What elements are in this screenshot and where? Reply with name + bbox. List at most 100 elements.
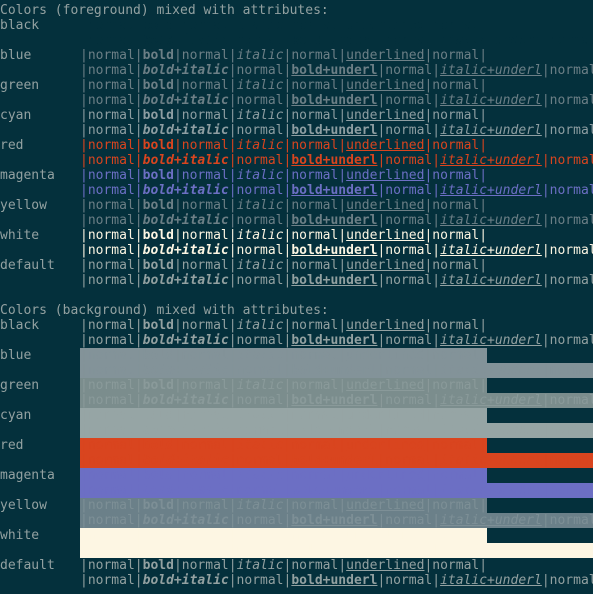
attr-segment: normal — [236, 243, 284, 258]
attr-segment: | — [432, 33, 441, 48]
attr-segment: bold+underl — [291, 183, 378, 198]
attr-segment: normal — [549, 363, 593, 378]
attr-segment: underlined — [346, 138, 425, 153]
attr-segment: bold — [142, 408, 174, 423]
attr-segment: normal — [87, 408, 135, 423]
attr-segment: | — [134, 438, 143, 453]
attr-segment: | — [134, 273, 143, 288]
attr-segment: | — [228, 183, 237, 198]
attr-segment: | — [541, 453, 550, 468]
attr-segment: | — [541, 63, 550, 78]
attr-segment: | — [134, 513, 143, 528]
attr-segment: underlined — [346, 48, 425, 63]
attr-segment: bold+underl — [291, 393, 378, 408]
attr-segment: | — [541, 363, 550, 378]
attr-segment: italic+underl — [440, 573, 542, 588]
attr-segment: bold+underl — [291, 63, 378, 78]
attr-segment: | — [134, 33, 143, 48]
attr-segment: bold+underl — [291, 333, 378, 348]
attr-segment: | — [134, 333, 143, 348]
color-row-line: |normal|bold+italic|normal|bold+underl|n… — [0, 183, 593, 198]
attr-segment: normal — [385, 573, 433, 588]
attr-segment: | — [432, 93, 441, 108]
attr-segment: normal — [432, 348, 480, 363]
attr-segment: | — [541, 33, 550, 48]
attr-segment: normal — [432, 498, 480, 513]
color-row-body: |normal|bold|normal|italic|normal|underl… — [80, 258, 487, 273]
attr-segment: normal — [87, 483, 135, 498]
attr-segment: | — [134, 423, 143, 438]
attr-segment: | — [338, 498, 347, 513]
attr-segment: normal — [87, 273, 135, 288]
color-row-label: magenta — [0, 168, 55, 183]
attr-segment: | — [173, 258, 182, 273]
attr-segment: bold+italic — [142, 213, 229, 228]
section-heading: Colors (foreground) mixed with attribute… — [0, 3, 329, 18]
section-heading: Colors (background) mixed with attribute… — [0, 303, 329, 318]
attr-segment: | — [479, 528, 488, 543]
attr-segment: | — [134, 318, 143, 333]
attr-segment: normal — [87, 63, 135, 78]
attr-segment: normal — [181, 498, 229, 513]
attr-segment: underlined — [346, 228, 425, 243]
color-row-body: |normal|bold|normal|italic|normal|underl… — [80, 18, 487, 33]
color-row-body: |normal|bold+italic|normal|bold+underl|n… — [80, 543, 593, 558]
color-row-body: |normal|bold+italic|normal|bold+underl|n… — [80, 333, 593, 348]
color-row-body: |normal|bold|normal|italic|normal|underl… — [80, 138, 487, 153]
attr-segment: normal — [236, 63, 284, 78]
attr-segment: underlined — [346, 438, 425, 453]
attr-segment: | — [479, 228, 488, 243]
attr-segment: normal — [291, 438, 339, 453]
attr-segment: | — [432, 213, 441, 228]
attr-segment: italic+underl — [440, 273, 542, 288]
attr-segment: normal — [291, 198, 339, 213]
attr-segment: | — [80, 498, 88, 513]
attr-segment: normal — [291, 258, 339, 273]
attr-segment: | — [541, 183, 550, 198]
attr-segment: | — [134, 63, 143, 78]
attr-segment: normal — [236, 363, 284, 378]
attr-segment: | — [432, 363, 441, 378]
attr-segment: | — [479, 258, 488, 273]
attr-segment: normal — [432, 228, 480, 243]
color-row-line: magenta |normal|bold|normal|italic|normal… — [0, 168, 593, 183]
attr-segment: bold — [142, 48, 174, 63]
attr-segment: | — [338, 558, 347, 573]
attr-segment: | — [80, 333, 88, 348]
attr-segment: normal — [181, 108, 229, 123]
attr-segment: normal — [236, 123, 284, 138]
attr-segment: | — [228, 18, 237, 33]
attr-segment: | — [80, 423, 88, 438]
attr-segment: normal — [291, 528, 339, 543]
attr-segment: normal — [432, 528, 480, 543]
attr-segment: normal — [87, 363, 135, 378]
attr-segment: normal — [181, 348, 229, 363]
attr-segment: normal — [236, 543, 284, 558]
attr-segment: | — [80, 528, 88, 543]
attr-segment: | — [541, 243, 550, 258]
attr-segment: underlined — [346, 168, 425, 183]
color-row-line: magenta |normal|bold|normal|italic|normal… — [0, 468, 593, 483]
attr-segment: normal — [236, 573, 284, 588]
attr-segment: | — [479, 138, 488, 153]
attr-segment: | — [228, 63, 237, 78]
attr-segment: normal — [87, 348, 135, 363]
terminal-screen[interactable]: Colors (foreground) mixed with attribute… — [0, 0, 593, 594]
attr-segment: | — [228, 228, 237, 243]
attr-segment: normal — [549, 483, 593, 498]
attr-segment: normal — [549, 573, 593, 588]
attr-segment: | — [80, 48, 88, 63]
attr-segment: normal — [432, 438, 480, 453]
color-row-line: green |normal|bold|normal|italic|normal|u… — [0, 378, 593, 393]
attr-segment: underlined — [346, 528, 425, 543]
attr-segment: bold — [142, 438, 174, 453]
color-row-body: |normal|bold+italic|normal|bold+underl|n… — [80, 573, 593, 588]
attr-segment: | — [432, 543, 441, 558]
attr-segment: italic+underl — [440, 453, 542, 468]
attr-segment: normal — [432, 18, 480, 33]
attr-segment: italic+underl — [440, 393, 542, 408]
attr-segment: normal — [549, 93, 593, 108]
attr-segment: | — [134, 138, 143, 153]
attr-segment: | — [80, 78, 88, 93]
color-row-label: white — [0, 528, 40, 543]
